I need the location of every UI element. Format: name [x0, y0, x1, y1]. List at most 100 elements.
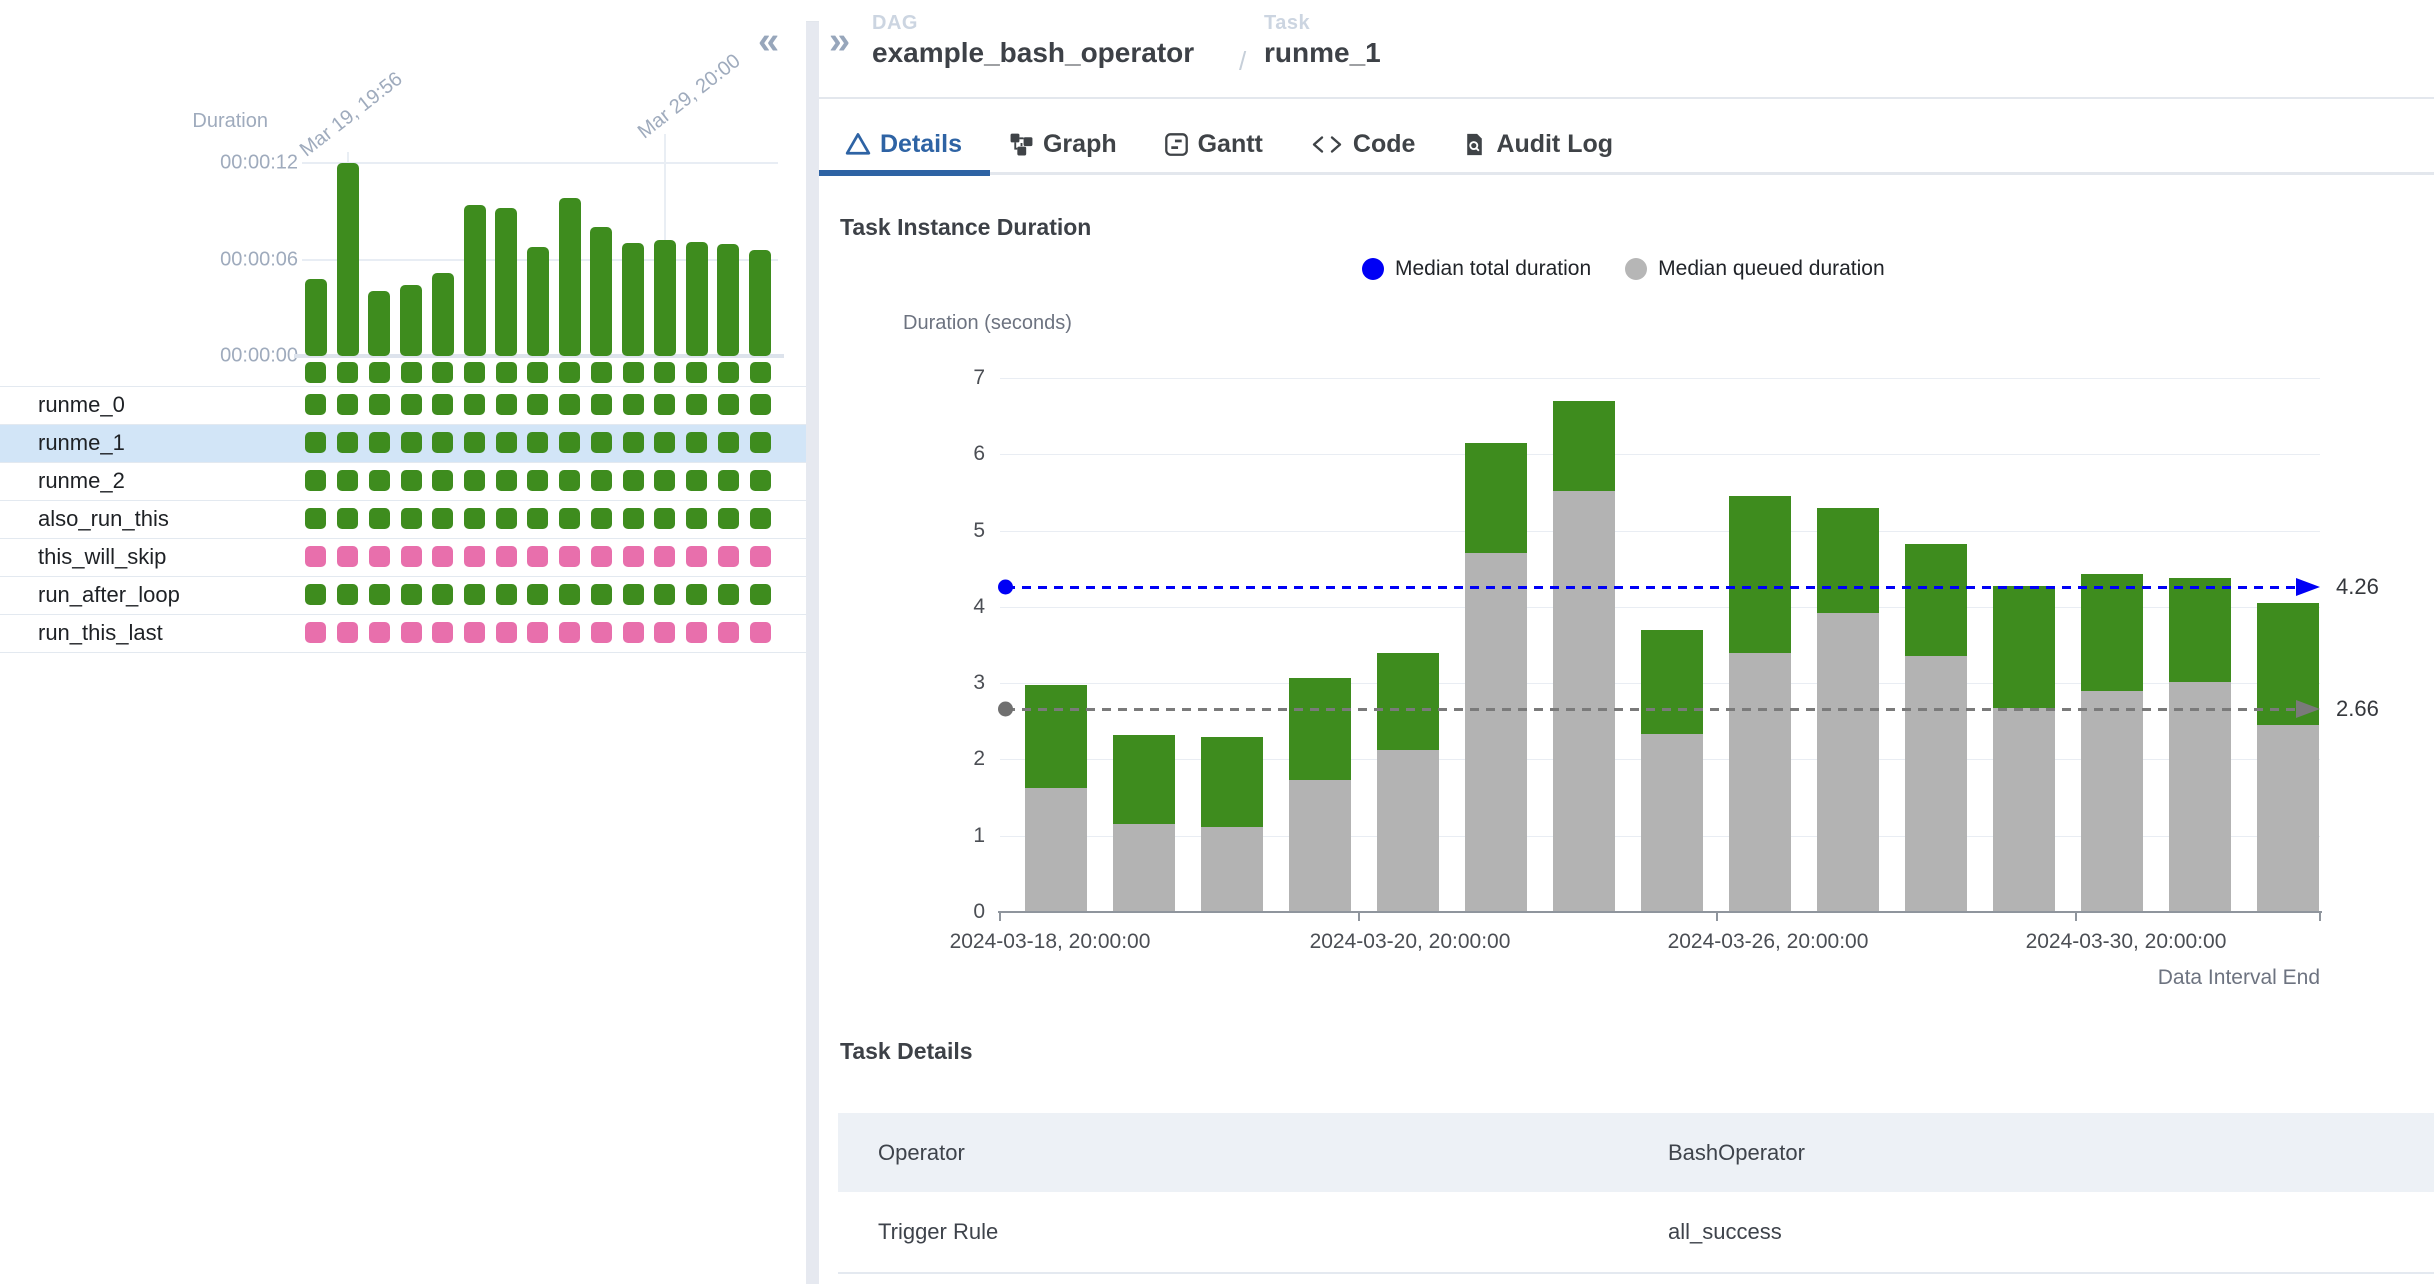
task-instance-square[interactable] — [305, 546, 326, 567]
task-instance-square[interactable] — [654, 584, 675, 605]
task-instance-square[interactable] — [654, 470, 675, 491]
task-instance-square[interactable] — [464, 546, 485, 567]
task-instance-square[interactable] — [686, 470, 707, 491]
task-instance-square[interactable] — [654, 508, 675, 529]
task-instance-square[interactable] — [369, 546, 390, 567]
task-instance-square[interactable] — [305, 584, 326, 605]
task-instance-square[interactable] — [432, 546, 453, 567]
task-instance-square[interactable] — [750, 470, 771, 491]
task-instance-square[interactable] — [623, 470, 644, 491]
dag-run-state-square[interactable] — [464, 362, 485, 383]
dag-run-state-square[interactable] — [718, 362, 739, 383]
task-instance-square[interactable] — [496, 394, 517, 415]
task-instance-square[interactable] — [432, 508, 453, 529]
task-instance-square[interactable] — [464, 584, 485, 605]
task-instance-square[interactable] — [750, 432, 771, 453]
task-instance-square[interactable] — [654, 432, 675, 453]
task-instance-square[interactable] — [654, 546, 675, 567]
task-instance-square[interactable] — [496, 470, 517, 491]
task-instance-square[interactable] — [591, 470, 612, 491]
task-instance-square[interactable] — [337, 584, 358, 605]
task-instance-square[interactable] — [527, 394, 548, 415]
dag-run-state-square[interactable] — [623, 362, 644, 383]
task-instance-square[interactable] — [623, 394, 644, 415]
task-instance-square[interactable] — [464, 470, 485, 491]
dag-run-state-square[interactable] — [337, 362, 358, 383]
task-instance-square[interactable] — [401, 470, 422, 491]
task-instance-square[interactable] — [527, 546, 548, 567]
task-instance-square[interactable] — [464, 508, 485, 529]
task-instance-square[interactable] — [559, 470, 580, 491]
task-instance-square[interactable] — [686, 584, 707, 605]
task-instance-square[interactable] — [623, 508, 644, 529]
task-instance-square[interactable] — [591, 508, 612, 529]
task-instance-square[interactable] — [401, 622, 422, 643]
dag-run-state-square[interactable] — [686, 362, 707, 383]
task-instance-square[interactable] — [591, 394, 612, 415]
task-instance-square[interactable] — [654, 622, 675, 643]
task-instance-square[interactable] — [750, 622, 771, 643]
task-instance-square[interactable] — [369, 584, 390, 605]
task-row-label-run_this_last[interactable]: run_this_last — [38, 614, 163, 652]
task-instance-square[interactable] — [527, 470, 548, 491]
task-instance-square[interactable] — [718, 432, 739, 453]
task-row-label-also_run_this[interactable]: also_run_this — [38, 500, 169, 538]
task-instance-square[interactable] — [496, 508, 517, 529]
task-row-label-run_after_loop[interactable]: run_after_loop — [38, 576, 180, 614]
dag-run-state-square[interactable] — [750, 362, 771, 383]
task-instance-square[interactable] — [686, 622, 707, 643]
task-instance-square[interactable] — [623, 584, 644, 605]
task-instance-square[interactable] — [401, 394, 422, 415]
task-instance-square[interactable] — [559, 622, 580, 643]
task-instance-square[interactable] — [654, 394, 675, 415]
task-instance-square[interactable] — [432, 622, 453, 643]
task-instance-square[interactable] — [527, 584, 548, 605]
task-instance-square[interactable] — [464, 622, 485, 643]
task-instance-square[interactable] — [369, 508, 390, 529]
task-instance-square[interactable] — [559, 546, 580, 567]
task-instance-square[interactable] — [750, 394, 771, 415]
task-instance-square[interactable] — [369, 394, 390, 415]
task-instance-square[interactable] — [718, 584, 739, 605]
task-instance-square[interactable] — [718, 394, 739, 415]
task-instance-square[interactable] — [623, 546, 644, 567]
task-instance-square[interactable] — [464, 432, 485, 453]
task-instance-square[interactable] — [718, 508, 739, 529]
task-instance-square[interactable] — [496, 432, 517, 453]
task-instance-square[interactable] — [718, 546, 739, 567]
task-instance-square[interactable] — [559, 432, 580, 453]
task-instance-square[interactable] — [337, 546, 358, 567]
dag-run-state-square[interactable] — [432, 362, 453, 383]
task-instance-square[interactable] — [369, 622, 390, 643]
task-instance-square[interactable] — [591, 546, 612, 567]
dag-run-state-square[interactable] — [654, 362, 675, 383]
task-instance-square[interactable] — [750, 508, 771, 529]
task-instance-square[interactable] — [401, 432, 422, 453]
task-instance-square[interactable] — [401, 584, 422, 605]
dag-run-state-square[interactable] — [496, 362, 517, 383]
task-row-label-runme_1[interactable]: runme_1 — [38, 424, 125, 462]
task-instance-square[interactable] — [432, 584, 453, 605]
task-instance-square[interactable] — [686, 508, 707, 529]
task-instance-square[interactable] — [464, 394, 485, 415]
task-instance-square[interactable] — [686, 546, 707, 567]
task-instance-square[interactable] — [305, 508, 326, 529]
task-instance-square[interactable] — [305, 622, 326, 643]
dag-run-state-square[interactable] — [369, 362, 390, 383]
task-instance-square[interactable] — [718, 622, 739, 643]
task-instance-square[interactable] — [559, 508, 580, 529]
task-instance-square[interactable] — [337, 508, 358, 529]
task-instance-square[interactable] — [305, 432, 326, 453]
dag-run-state-square[interactable] — [401, 362, 422, 383]
task-instance-square[interactable] — [337, 470, 358, 491]
task-instance-square[interactable] — [591, 622, 612, 643]
task-instance-square[interactable] — [432, 432, 453, 453]
task-instance-square[interactable] — [527, 622, 548, 643]
task-instance-square[interactable] — [496, 584, 517, 605]
task-instance-square[interactable] — [591, 432, 612, 453]
dag-run-state-square[interactable] — [591, 362, 612, 383]
task-instance-square[interactable] — [527, 508, 548, 529]
task-instance-square[interactable] — [432, 394, 453, 415]
task-instance-square[interactable] — [686, 394, 707, 415]
task-instance-square[interactable] — [591, 584, 612, 605]
